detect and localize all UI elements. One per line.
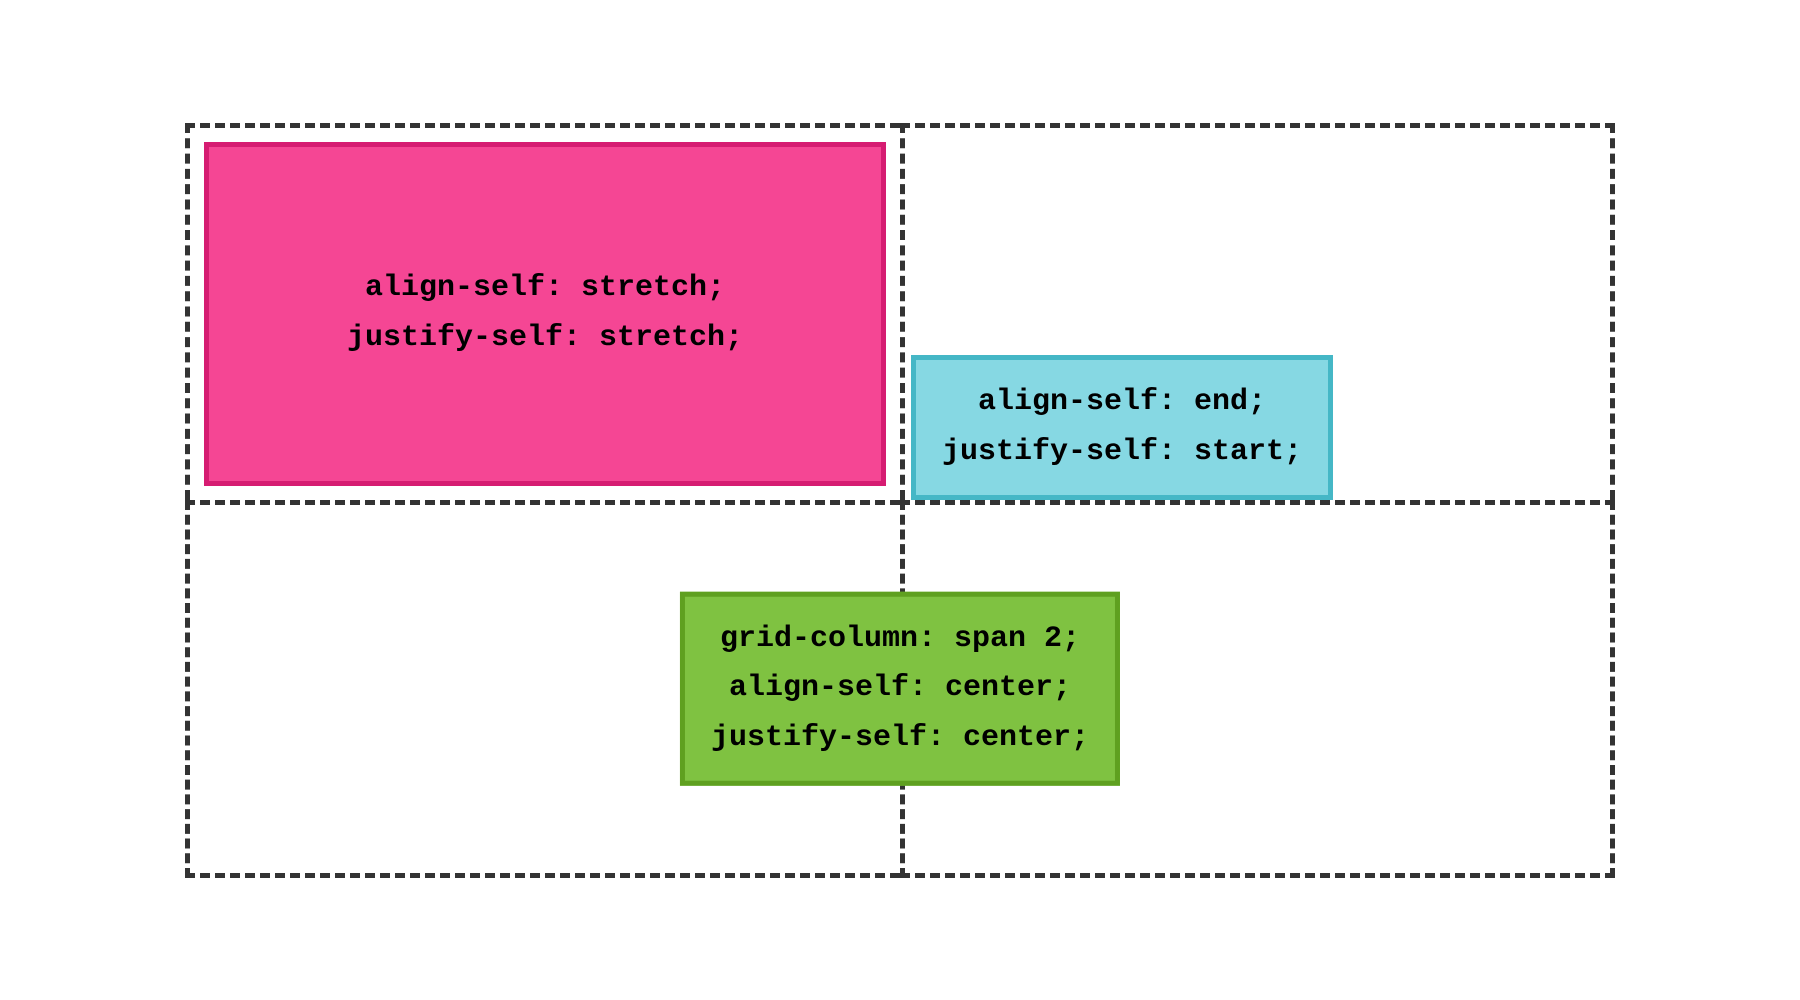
css-grid-diagram: align-self: stretch; justify-self: stret… (185, 123, 1615, 878)
code-line: align-self: stretch; (365, 264, 725, 314)
code-line: align-self: center; (729, 664, 1071, 714)
code-line: justify-self: start; (942, 428, 1302, 478)
code-line: justify-self: center; (711, 714, 1089, 764)
code-line: align-self: end; (978, 378, 1266, 428)
grid-cell-top-left: align-self: stretch; justify-self: stret… (185, 123, 900, 501)
code-line: justify-self: stretch; (347, 314, 743, 364)
grid-item-span-center: grid-column: span 2; align-self: center;… (680, 592, 1120, 787)
grid-cell-top-right: align-self: end; justify-self: start; (900, 123, 1615, 501)
code-line: grid-column: span 2; (720, 615, 1080, 665)
grid-item-stretch: align-self: stretch; justify-self: stret… (204, 142, 886, 487)
grid-item-end-start: align-self: end; justify-self: start; (911, 355, 1333, 500)
